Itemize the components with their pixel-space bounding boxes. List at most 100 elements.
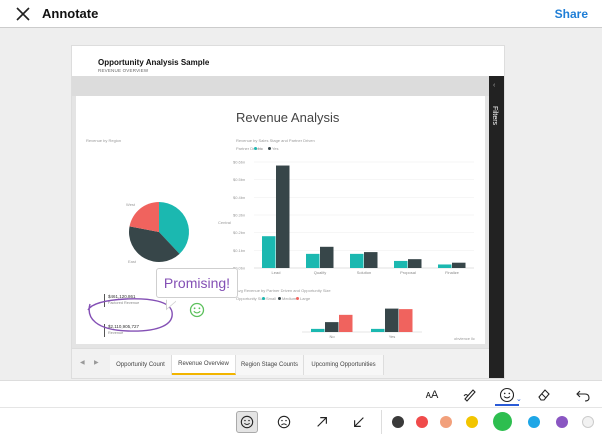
bar-yes-large [399, 309, 413, 332]
canvas-title: Revenue Analysis [236, 110, 340, 125]
x-tick-label: Finalize [445, 270, 460, 275]
color-swatch[interactable] [582, 416, 594, 428]
x-tick-label: Qualify [314, 270, 326, 275]
y-tick-label: $0.1bn [233, 248, 245, 253]
bar-proposal-no [394, 260, 408, 268]
tab-revenue-overview[interactable]: Revenue Overview [172, 355, 236, 375]
frown-sticker-option[interactable] [273, 411, 295, 433]
bar-qualify-yes [320, 246, 334, 268]
bar-yes-small [371, 328, 385, 332]
bar-lead-yes [276, 165, 290, 268]
chevron-down-icon[interactable]: ⌄ [516, 395, 522, 403]
bar2-title: Avg Revenue by Partner Driven and Opport… [236, 288, 331, 293]
text-sticker[interactable]: Promising! [156, 268, 238, 298]
y-tick-label: $0.5bn [233, 177, 245, 182]
y-tick-label: $0.6bn [233, 160, 245, 165]
bar-lead-no [262, 236, 276, 268]
bar-proposal-yes [408, 259, 422, 268]
color-swatch[interactable] [440, 416, 452, 428]
bar-chart-sales-stage: $0.0bn$0.1bn$0.2bn$0.3bn$0.4bn$0.5bn$0.6… [233, 160, 474, 275]
tab-region-stage-counts[interactable]: Region Stage Counts [236, 355, 304, 375]
y-tick-label: $0.3bn [233, 213, 245, 218]
text-size-icon: ᴀA [425, 389, 439, 401]
sticker-tool-button[interactable] [497, 385, 517, 405]
eraser-button[interactable] [534, 385, 554, 405]
legend-dot-yes [268, 147, 271, 150]
smile-icon [499, 387, 515, 403]
bar1-title: Revenue by Sales Stage and Partner Drive… [236, 138, 315, 143]
y-tick-label: $0.4bn [233, 195, 245, 200]
undo-icon [576, 390, 590, 402]
color-swatch[interactable] [392, 416, 404, 428]
bar-yes-medium [385, 308, 399, 332]
frown-icon [277, 415, 291, 429]
smile-icon [240, 415, 254, 429]
bar2-legend-small: Small [266, 296, 277, 301]
chevron-left-icon[interactable]: ‹ [493, 82, 495, 89]
bar1-legend-yes: Yes [272, 146, 279, 151]
bar1-legend-no: No [258, 146, 264, 151]
selected-tool-indicator [495, 404, 519, 406]
bar-solution-no [350, 253, 364, 268]
bar-solution-yes [364, 252, 378, 268]
x-tick-label: Proposal [400, 270, 416, 275]
smile-sticker-option[interactable] [236, 411, 258, 433]
color-swatch[interactable] [466, 416, 478, 428]
pie-label-east: East [128, 259, 137, 264]
filters-pane[interactable]: ‹ Filters [489, 76, 504, 378]
top-bar: Annotate Share [0, 0, 602, 28]
tab-next-icon[interactable]: ▶ [94, 359, 99, 366]
bar-finalize-yes [452, 262, 466, 268]
smile-sticker-icon[interactable] [189, 302, 205, 318]
legend-dot-medium [278, 297, 281, 300]
report-title: Opportunity Analysis Sample [98, 58, 210, 67]
close-icon[interactable] [15, 6, 31, 22]
pen-button[interactable] [460, 385, 480, 405]
x-tick-label: Lead [272, 270, 281, 275]
report-toolbar-strip [72, 76, 489, 96]
eraser-icon [538, 389, 550, 401]
arrow-down-left-option[interactable] [348, 411, 370, 433]
tab-prev-icon[interactable]: ◀ [80, 359, 85, 366]
bar2-legend-medium: Medium [282, 296, 297, 301]
legend-dot-large [296, 297, 299, 300]
page-tabs: ◀ ▶ Opportunity Count Revenue Overview R… [72, 348, 489, 378]
toolbar-divider [381, 410, 382, 434]
bar-chart-opportunity-size: No Yes [302, 308, 422, 339]
x-tick-label: Yes [389, 334, 396, 339]
bar-no-large [339, 314, 353, 332]
pen-icon [463, 389, 476, 402]
color-swatch[interactable] [493, 412, 512, 431]
report-subtitle: REVENUE OVERVIEW [98, 68, 149, 73]
page-title: Annotate [42, 6, 99, 21]
bar-qualify-no [306, 253, 320, 268]
arrow-up-right-icon [317, 417, 327, 427]
color-swatch[interactable] [416, 416, 428, 428]
report-footer-label: obvience llc [454, 336, 475, 341]
text-size-button[interactable]: ᴀA [422, 385, 442, 405]
sticker-text: Promising! [163, 275, 231, 291]
color-swatch[interactable] [528, 416, 540, 428]
legend-dot-no [254, 147, 257, 150]
sticker-options [0, 407, 602, 435]
tab-opportunity-count[interactable]: Opportunity Count [110, 355, 172, 375]
arrow-up-right-option[interactable] [311, 411, 333, 433]
undo-button[interactable] [573, 385, 593, 405]
x-tick-label: Solution [357, 270, 371, 275]
filters-label: Filters [491, 106, 498, 126]
bar-finalize-no [438, 264, 452, 268]
annotation-tools: ᴀA ⌄ [0, 380, 602, 407]
bar-no-medium [325, 322, 339, 332]
bar-no-small [311, 328, 325, 332]
color-swatch[interactable] [556, 416, 568, 428]
arrow-down-left-icon [354, 417, 364, 427]
ink-circle-annotation [87, 298, 173, 332]
x-tick-label: No [329, 334, 335, 339]
share-button[interactable]: Share [555, 7, 588, 21]
pie-label-west: West [126, 202, 136, 207]
tab-upcoming-opportunities[interactable]: Upcoming Opportunities [304, 355, 384, 375]
y-tick-label: $0.2bn [233, 230, 245, 235]
legend-dot-small [262, 297, 265, 300]
bar2-legend-large: Large [300, 296, 311, 301]
pie-label-central: Central [218, 220, 231, 225]
